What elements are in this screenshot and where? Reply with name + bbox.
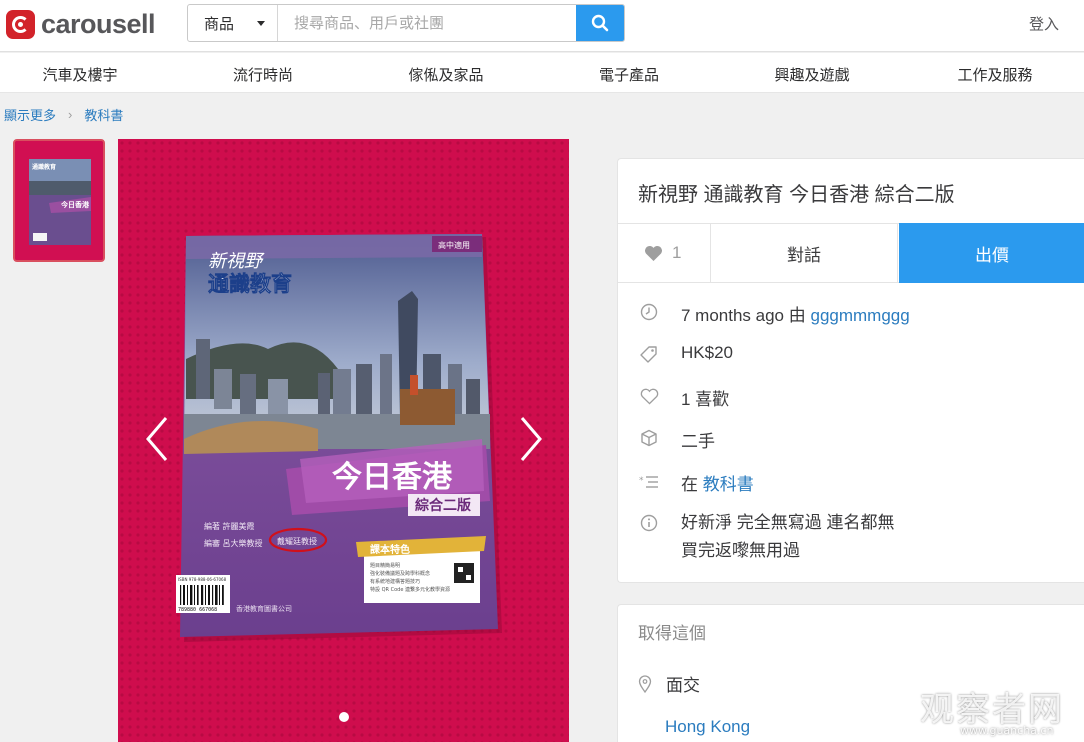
listing-details-card: 新視野 通識教育 今日香港 綜合二版 1 對話 出價 7 months ago … [617, 158, 1084, 583]
book-publisher: 香港教育圖書公司 [236, 604, 292, 613]
book-barcode-number: 789880 667068 [178, 607, 217, 613]
posted-info-row: 7 months ago 由 gggmmmggg [638, 301, 910, 326]
book-brand-line2: 通識教育 [208, 272, 292, 296]
book-feature-1: 題目精簡易明 [370, 562, 400, 569]
chat-button[interactable]: 對話 [711, 224, 898, 282]
book-feature-4: 特設 QR Code 連繫多元化教學資源 [370, 586, 450, 593]
description-row: 好新淨 完全無寫過 連名都無 買完返嚟無用過 [638, 512, 894, 565]
carousell-logo[interactable]: carousell [6, 8, 156, 40]
search-icon [591, 14, 609, 32]
category-list-icon: * [638, 470, 660, 492]
box-icon [638, 427, 660, 449]
category-hobbies-games[interactable]: 興趣及遊戲 [774, 64, 849, 85]
category-row: * 在 教科書 [638, 470, 754, 495]
category-electronics[interactable]: 電子產品 [599, 64, 659, 85]
book-feature-3: 有系統地建構答題技巧 [370, 578, 420, 585]
description-line-2: 買完返嚟無用過 [681, 541, 800, 560]
price: HK$20 [681, 343, 733, 362]
login-link[interactable]: 登入 [1029, 13, 1059, 34]
listing-title: 新視野 通識教育 今日香港 綜合二版 [638, 184, 955, 206]
logo-text: carousell [41, 8, 156, 39]
make-offer-button[interactable]: 出價 [899, 223, 1084, 283]
description-line-1: 好新淨 完全無寫過 連名都無 [681, 513, 895, 532]
book-brand-line1: 新視野 [208, 251, 265, 272]
category-cars-property[interactable]: 汽車及樓宇 [42, 64, 117, 85]
delivery-method: 面交 [666, 676, 700, 695]
likes-text: 1 喜歡 [681, 390, 730, 409]
breadcrumb-home[interactable]: 顯示更多 [4, 105, 56, 124]
info-icon [638, 512, 660, 534]
meetup-row: 面交 [638, 671, 700, 696]
listing-actions: 1 對話 出價 [618, 223, 1084, 283]
top-bar: carousell 商品 登入 [0, 0, 1084, 52]
caret-down-icon [257, 21, 265, 26]
book-isbn: ISBN 978-988-06-67068 [178, 577, 227, 582]
svg-text:今日香港: 今日香港 [60, 200, 90, 209]
category-prefix: 在 [681, 475, 698, 494]
delivery-section-title: 取得這個 [638, 624, 706, 643]
book-thumbnail-image: 通識教育 今日香港 [15, 141, 103, 260]
search-category-label: 商品 [204, 15, 235, 33]
meetup-location-link[interactable]: Hong Kong [665, 717, 750, 737]
clock-icon [638, 301, 660, 323]
chevron-right-icon[interactable] [518, 416, 544, 462]
search-button[interactable] [576, 5, 624, 41]
search-category-select[interactable]: 商品 [188, 5, 278, 41]
like-count: 1 [672, 243, 682, 262]
book-circled-name: 戴耀廷教授 [277, 536, 317, 546]
watermark-url: www.guancha.cn [960, 724, 1054, 737]
search-bar: 商品 [187, 4, 625, 42]
book-cover-photo: 高中適用 新視野 通識教育 今日香港 綜合二版 編著 許麗美霞 編審 呂大樂教授… [118, 139, 569, 742]
heart-icon [645, 245, 662, 261]
breadcrumb: 顯示更多 › 教科書 [4, 105, 123, 124]
category-link[interactable]: 教科書 [703, 475, 754, 494]
book-feature-2: 強化裝備議題及跨學科概念 [370, 570, 430, 577]
main-listing-image: 高中適用 新視野 通識教育 今日香港 綜合二版 編著 許麗美霞 編審 呂大樂教授… [118, 139, 569, 742]
image-thumbnail[interactable]: 通識教育 今日香港 [13, 139, 105, 262]
like-button[interactable]: 1 [618, 224, 711, 282]
posted-time: 7 months ago [681, 306, 785, 325]
book-corner-tag: 高中適用 [438, 240, 470, 250]
book-credits-2: 編審 呂大樂教授 [204, 538, 263, 548]
category-nav: 汽車及樓宇 流行時尚 傢俬及家品 電子產品 興趣及遊戲 工作及服務 [0, 53, 1084, 93]
book-credits-1: 編著 許麗美霞 [204, 521, 255, 531]
book-edition: 綜合二版 [415, 497, 471, 514]
seller-link[interactable]: gggmmmggg [810, 306, 909, 325]
svg-text:通識教育: 通識教育 [32, 163, 56, 171]
price-row: HK$20 [638, 343, 733, 365]
category-jobs-services[interactable]: 工作及服務 [957, 64, 1032, 85]
chevron-left-icon[interactable] [144, 416, 170, 462]
book-features-title: 課本特色 [370, 543, 410, 556]
chevron-right-icon: › [68, 107, 73, 122]
condition: 二手 [681, 432, 715, 451]
book-main-title: 今日香港 [332, 460, 453, 495]
location-pin-icon [638, 674, 652, 693]
breadcrumb-current[interactable]: 教科書 [84, 105, 123, 124]
price-tag-icon [638, 343, 660, 365]
carousel-indicator-dot[interactable] [339, 712, 349, 722]
category-furniture-home[interactable]: 傢俬及家品 [408, 64, 483, 85]
heart-outline-icon [638, 385, 660, 407]
posted-by-prefix: 由 [788, 306, 806, 325]
carousell-logo-icon [6, 9, 35, 39]
likes-row: 1 喜歡 [638, 385, 729, 410]
condition-row: 二手 [638, 427, 715, 452]
search-input[interactable] [278, 5, 576, 41]
category-fashion[interactable]: 流行時尚 [233, 64, 293, 85]
svg-text:*: * [639, 476, 644, 486]
